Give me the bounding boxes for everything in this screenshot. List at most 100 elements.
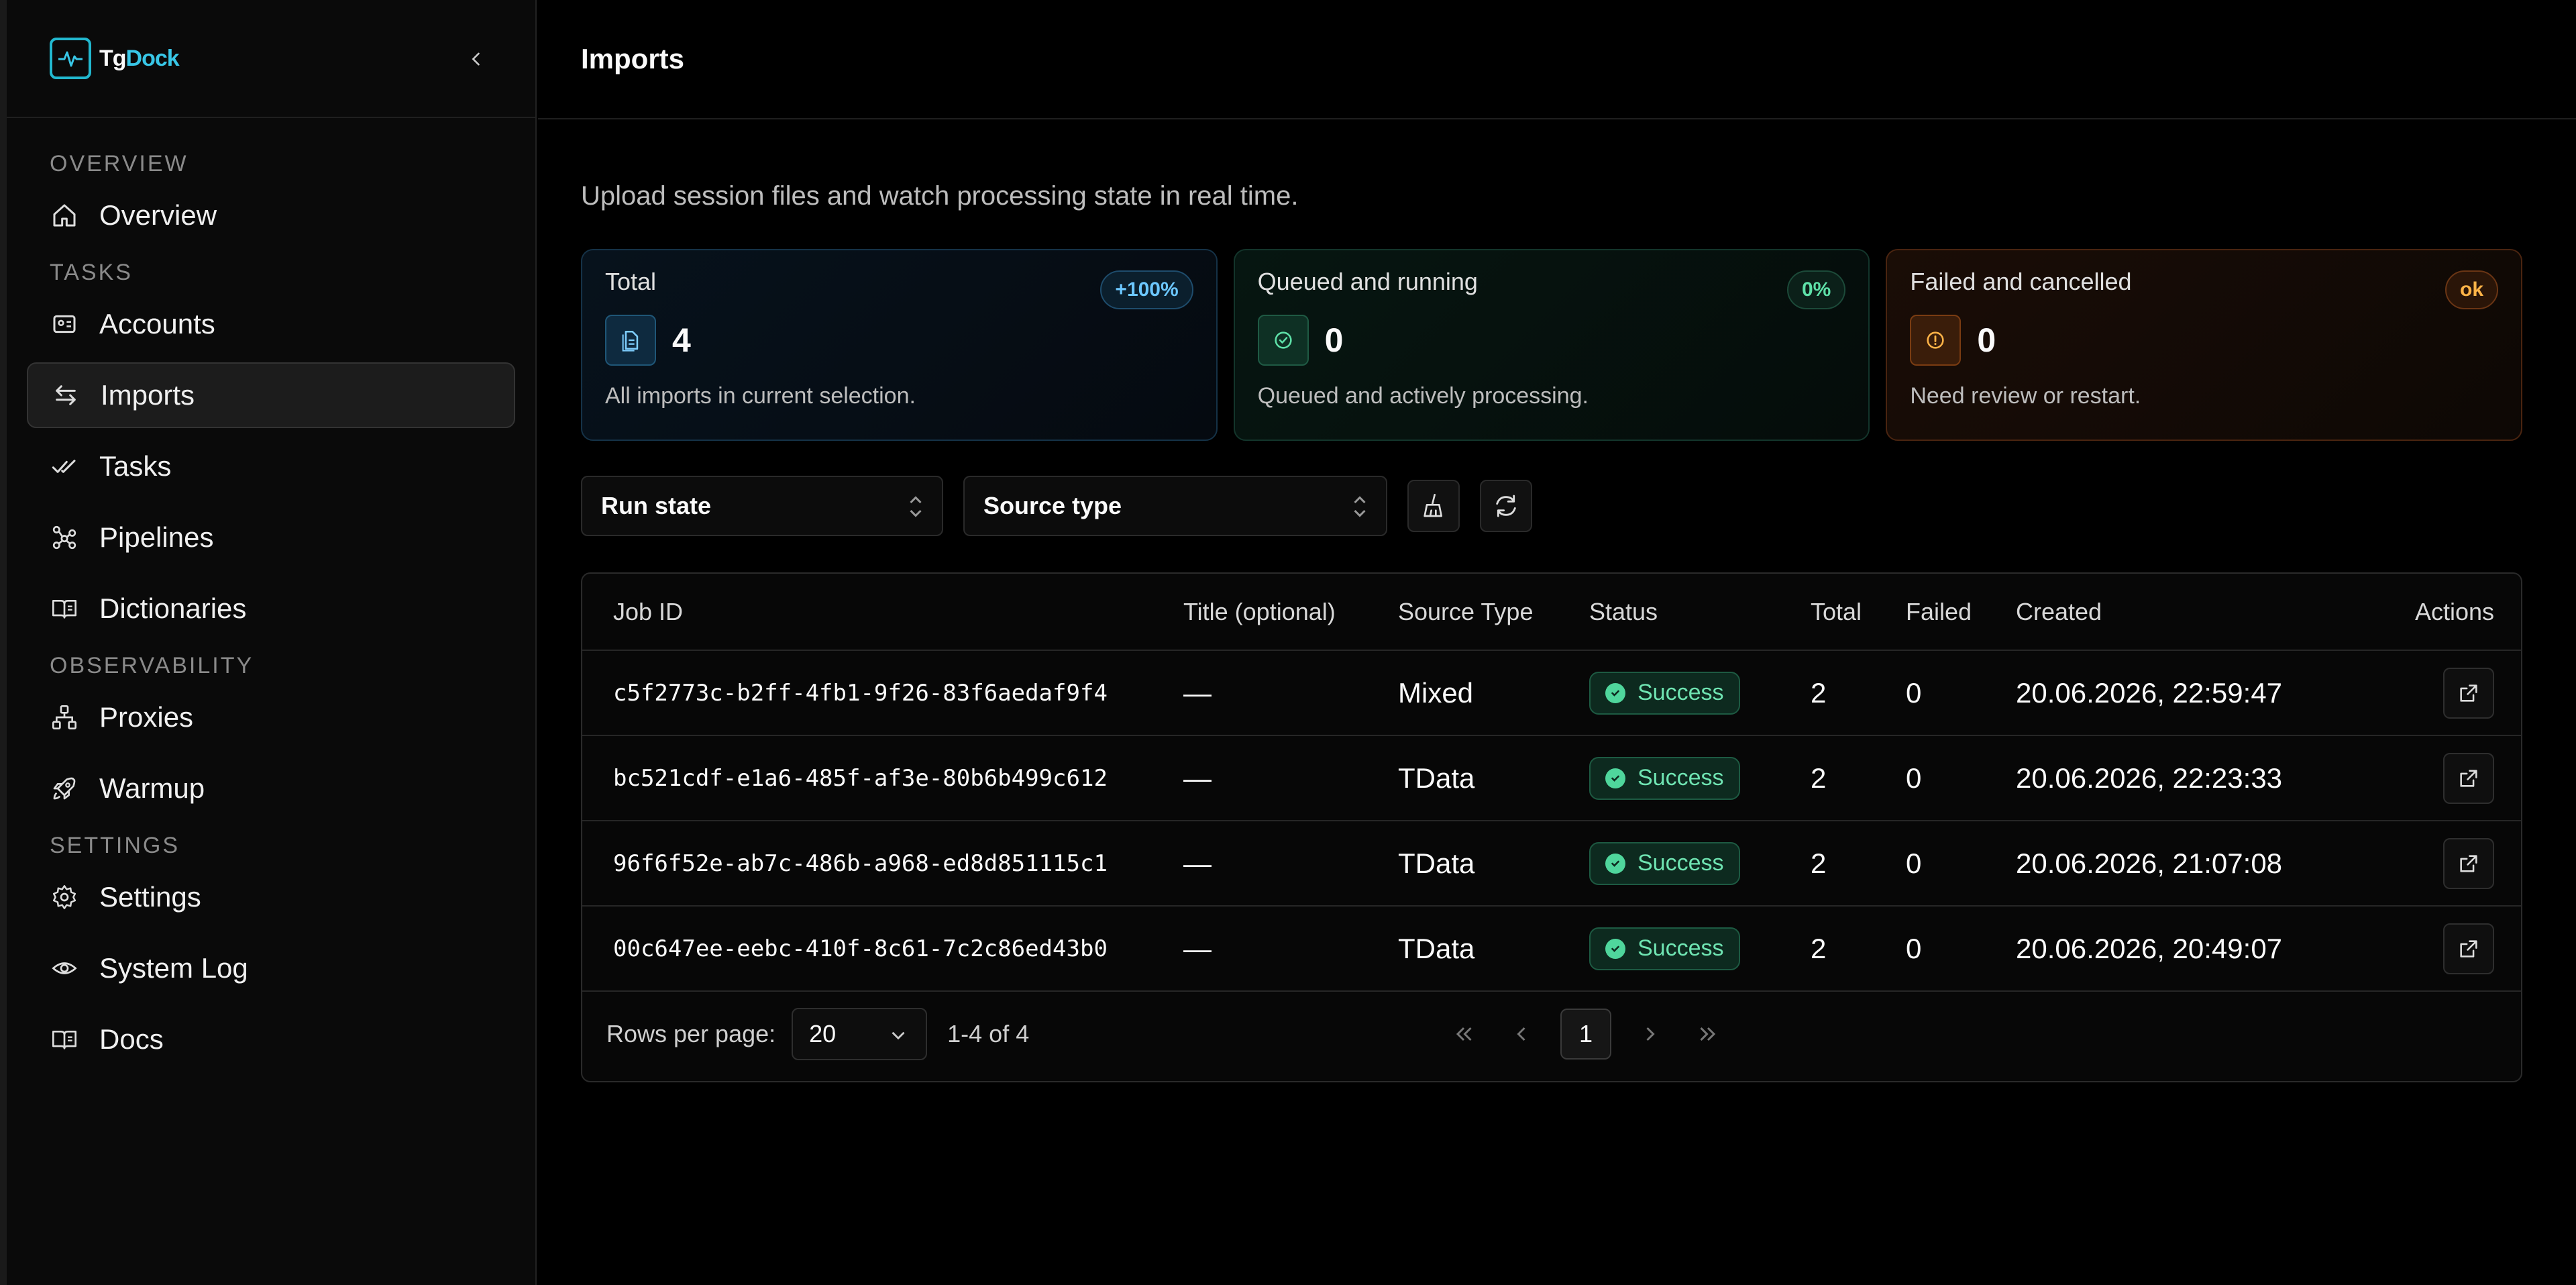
stat-value: 0 [1977, 321, 1996, 359]
sidebar-item-tasks[interactable]: Tasks [27, 433, 515, 499]
sidebar-nav: OVERVIEW Overview TASKS Accounts Imports… [7, 118, 535, 1072]
check-circle-icon [1605, 938, 1625, 959]
check-check-icon [50, 452, 79, 481]
sidebar-item-warmup[interactable]: Warmup [27, 756, 515, 821]
broom-icon [1424, 494, 1442, 517]
sidebar-item-overview[interactable]: Overview [27, 183, 515, 248]
filters-bar: Run state Source type [581, 476, 2522, 536]
sidebar-item-label: Proxies [99, 701, 194, 733]
column-header-status[interactable]: Status [1589, 574, 1811, 651]
check-circle-icon [1605, 682, 1625, 703]
table-row[interactable]: c5f2773c-b2ff-4fb1-9f26-83f6aedaf9f4 — M… [582, 650, 2521, 736]
last-page-button[interactable] [1689, 1015, 1727, 1053]
chevron-up-down-icon [910, 496, 922, 517]
sidebar-item-label: Accounts [99, 308, 215, 340]
stat-card-failed: Failed and cancelled ok 0 Need review or… [1886, 249, 2523, 441]
created-cell: 20.06.2026, 22:59:47 [2016, 650, 2338, 736]
table-row[interactable]: bc521cdf-e1a6-485f-af3e-80b6b499c612 — T… [582, 735, 2521, 821]
run-state-label: Run state [601, 492, 712, 519]
chevron-right-icon [1646, 1027, 1655, 1041]
check-circle-icon [1605, 768, 1625, 788]
source-type-select[interactable]: Source type [963, 476, 1387, 536]
job-id-cell: bc521cdf-e1a6-485f-af3e-80b6b499c612 [582, 735, 1183, 821]
brand: TgDock [7, 0, 535, 118]
sidebar-item-proxies[interactable]: Proxies [27, 684, 515, 750]
open-job-button[interactable] [2443, 837, 2494, 889]
column-header-total[interactable]: Total [1811, 574, 1906, 651]
page-controls: 1 [1445, 1009, 1727, 1060]
chevron-down-icon [892, 1031, 905, 1040]
actions-cell [2338, 735, 2521, 821]
sidebar-item-label: Docs [99, 1023, 164, 1055]
status-badge: Success [1589, 671, 1740, 715]
sidebar-item-label: Imports [101, 379, 195, 411]
column-header-source-type[interactable]: Source Type [1398, 574, 1589, 651]
sidebar-item-label: Overview [99, 199, 217, 231]
sidebar-item-label: Warmup [99, 772, 205, 804]
nav-section-observability: OBSERVABILITY [50, 652, 254, 678]
main-content: Imports Upload session files and watch p… [538, 0, 2576, 1285]
status-badge: Success [1589, 756, 1740, 800]
failed-cell: 0 [1906, 906, 2016, 992]
run-state-select[interactable]: Run state [581, 476, 943, 536]
arrows-left-right-icon [51, 380, 80, 410]
nav-section-overview: OVERVIEW [50, 150, 189, 176]
sidebar-item-settings[interactable]: Settings [27, 864, 515, 930]
sidebar-item-pipelines[interactable]: Pipelines [27, 505, 515, 570]
actions-cell [2338, 906, 2521, 992]
stat-label: Failed and cancelled [1910, 268, 2132, 295]
file-icon [605, 315, 656, 366]
page-subtitle: Upload session files and watch processin… [581, 181, 1299, 211]
status-cell: Success [1589, 735, 1811, 821]
collapse-sidebar-button[interactable] [458, 40, 495, 78]
column-header-actions: Actions [2338, 574, 2521, 651]
sidebar-item-imports[interactable]: Imports [27, 362, 515, 428]
first-page-button[interactable] [1445, 1015, 1483, 1053]
column-header-created[interactable]: Created [2016, 574, 2338, 651]
check-circle-icon [1605, 853, 1625, 874]
stat-badge: +100% [1100, 270, 1193, 309]
next-page-button[interactable] [1631, 1015, 1669, 1053]
source-type-cell: Mixed [1398, 650, 1589, 736]
status-badge: Success [1589, 927, 1740, 970]
total-cell: 2 [1811, 650, 1906, 736]
content: Upload session files and watch processin… [538, 181, 2576, 1082]
title-cell: — [1183, 906, 1398, 992]
status-badge: Success [1589, 841, 1740, 885]
open-job-button[interactable] [2443, 923, 2494, 974]
sidebar-item-docs[interactable]: Docs [27, 1007, 515, 1072]
source-type-cell: TData [1398, 735, 1589, 821]
sidebar-item-accounts[interactable]: Accounts [27, 291, 515, 357]
refresh-button[interactable] [1480, 480, 1532, 532]
rocket-icon [50, 774, 79, 803]
imports-table: Job ID Title (optional) Source Type Stat… [581, 572, 2522, 1082]
status-cell: Success [1589, 821, 1811, 907]
sidebar-item-system-log[interactable]: System Log [27, 935, 515, 1001]
chevrons-left-icon [1456, 1027, 1472, 1041]
stat-value: 4 [672, 321, 691, 359]
table-row[interactable]: 00c647ee-eebc-410f-8c61-7c2c86ed43b0 — T… [582, 906, 2521, 992]
nav-section-settings: SETTINGS [50, 832, 180, 858]
clear-filters-button[interactable] [1407, 480, 1460, 532]
job-id-cell: c5f2773c-b2ff-4fb1-9f26-83f6aedaf9f4 [582, 650, 1183, 736]
status-cell: Success [1589, 906, 1811, 992]
sidebar-item-label: Pipelines [99, 521, 214, 553]
previous-page-button[interactable] [1503, 1015, 1540, 1053]
open-job-button[interactable] [2443, 667, 2494, 719]
table-row[interactable]: 96f6f52e-ab7c-486b-a968-ed8d851115c1 — T… [582, 821, 2521, 907]
pulse-logo-icon [50, 38, 91, 79]
alert-circle-icon [1910, 315, 1962, 366]
rows-per-page-select[interactable]: 20 [792, 1008, 928, 1060]
column-header-title[interactable]: Title (optional) [1183, 574, 1398, 651]
stat-description: Need review or restart. [1910, 383, 2141, 409]
column-header-job-id[interactable]: Job ID [582, 574, 1183, 651]
open-job-button[interactable] [2443, 752, 2494, 804]
id-card-icon [50, 309, 79, 339]
book-icon [50, 594, 79, 623]
source-type-label: Source type [983, 492, 1122, 519]
sidebar-item-dictionaries[interactable]: Dictionaries [27, 576, 515, 641]
title-cell: — [1183, 821, 1398, 907]
current-page-button[interactable]: 1 [1560, 1009, 1611, 1060]
column-header-failed[interactable]: Failed [1906, 574, 2016, 651]
nav-section-tasks: TASKS [50, 259, 133, 285]
